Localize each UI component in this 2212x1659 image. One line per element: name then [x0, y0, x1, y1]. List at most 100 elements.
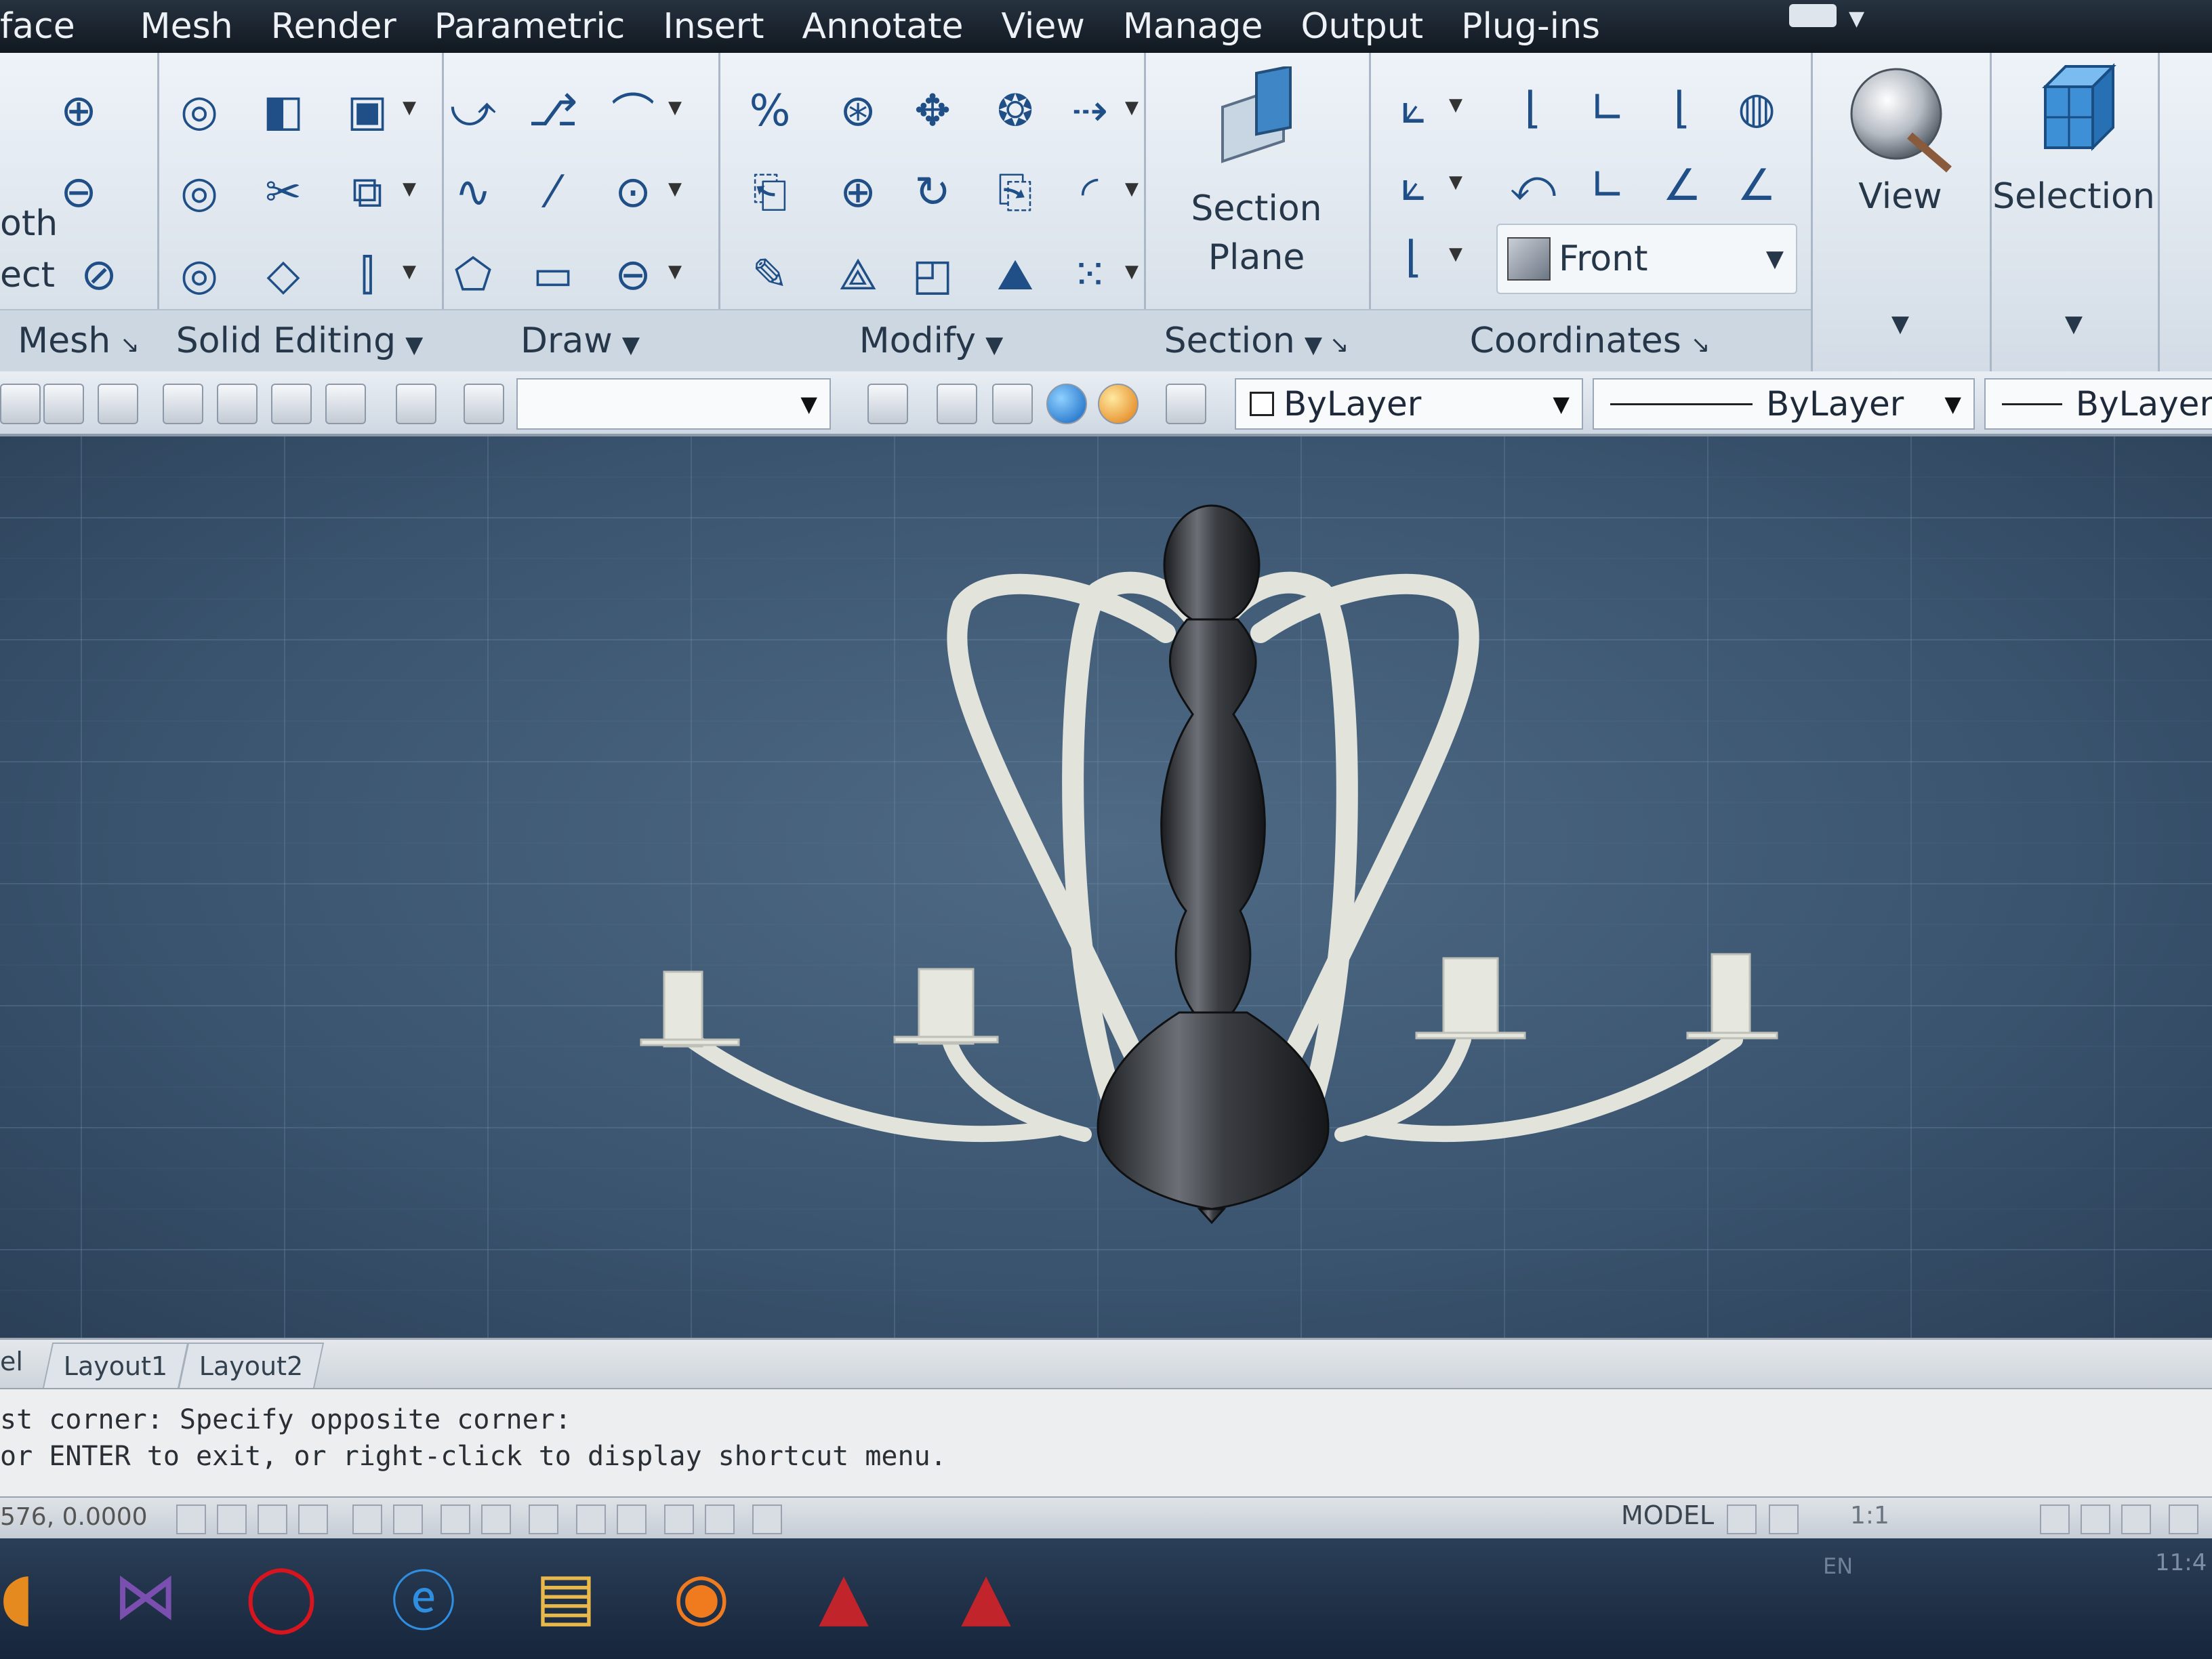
- camera-icon[interactable]: [396, 384, 436, 424]
- ucs-z-icon[interactable]: ∠: [1651, 155, 1713, 217]
- visual-style-manager-icon[interactable]: [867, 384, 908, 424]
- polygon-icon[interactable]: ⬠: [442, 244, 504, 306]
- menu-manage[interactable]: Manage: [1123, 6, 1263, 47]
- panel-title-mesh[interactable]: Mesh ↘: [0, 309, 157, 371]
- rectangular-array-icon[interactable]: ⁙ ▼: [1059, 244, 1139, 306]
- menu-render[interactable]: Render: [271, 6, 396, 47]
- 3d-align-icon[interactable]: ⟁: [827, 244, 889, 306]
- ucs-x-icon[interactable]: ⟀ ▼: [1382, 155, 1462, 217]
- infer-constraints-icon[interactable]: [176, 1504, 206, 1534]
- ie-icon[interactable]: ⓔ: [380, 1552, 468, 1640]
- union-icon[interactable]: ◎: [168, 80, 230, 142]
- dynamic-input-icon[interactable]: [576, 1504, 606, 1534]
- ucs-world-icon[interactable]: ∟: [1576, 77, 1639, 140]
- solid-box-icon[interactable]: ▣ ▼: [336, 80, 416, 142]
- iso-ne-icon[interactable]: [271, 384, 312, 424]
- ucs-previous-icon[interactable]: ⤺: [1502, 155, 1564, 217]
- extrude-faces-icon[interactable]: ◧: [252, 80, 314, 142]
- stretch-icon[interactable]: ◰: [901, 244, 964, 306]
- menu-parametric[interactable]: Parametric: [434, 6, 626, 47]
- tab-layout1[interactable]: Layout1: [42, 1343, 189, 1389]
- ucs-3point-icon[interactable]: ∠: [1725, 155, 1788, 217]
- view-top-icon[interactable]: [0, 384, 41, 424]
- ucs-view-globe-icon[interactable]: ◍: [1725, 77, 1788, 140]
- autocad-icon[interactable]: ▲: [800, 1552, 888, 1640]
- quick-view-drawings-icon[interactable]: [1769, 1504, 1799, 1534]
- snap-mode-icon[interactable]: [217, 1504, 247, 1534]
- panel-title-solid-editing[interactable]: Solid Editing ▼: [157, 309, 442, 371]
- thicken-icon[interactable]: ◇: [252, 244, 314, 306]
- named-view-combo[interactable]: ▼: [516, 378, 831, 430]
- ucs-face-icon[interactable]: ⌊: [1651, 77, 1713, 140]
- object-snap-tracking-icon[interactable]: [481, 1504, 511, 1534]
- clock[interactable]: 11:4: [2155, 1549, 2207, 1576]
- line-icon[interactable]: ⁄: [522, 161, 584, 224]
- ellipse-icon[interactable]: ⊖ ▼: [602, 244, 682, 306]
- iso-sw-icon[interactable]: [163, 384, 203, 424]
- 3d-rotate-icon[interactable]: ⊛: [827, 80, 889, 142]
- ucs-origin-icon[interactable]: ⟀ ▼: [1382, 77, 1462, 140]
- lock-icon[interactable]: [2081, 1504, 2110, 1534]
- selection-large-button[interactable]: Selection ▼: [1990, 53, 2160, 371]
- dynamic-ucs-icon[interactable]: [529, 1504, 558, 1534]
- menu-view[interactable]: View: [1001, 6, 1084, 47]
- visual-studio-icon[interactable]: ⋈: [102, 1552, 190, 1640]
- view-preset-combo[interactable]: Front ▼: [1496, 224, 1797, 294]
- menu-output[interactable]: Output: [1300, 6, 1423, 47]
- menu-mesh[interactable]: Mesh: [140, 6, 233, 47]
- color-combo[interactable]: ByLayer ▼: [1235, 378, 1583, 430]
- curve-icon[interactable]: ∿: [442, 161, 504, 224]
- trim-icon[interactable]: ⇢ ▼: [1059, 80, 1139, 142]
- autocad-drawing-icon[interactable]: ▲: [942, 1552, 1030, 1640]
- menu-annotate[interactable]: Annotate: [802, 6, 964, 47]
- language-indicator[interactable]: EN: [1823, 1553, 1853, 1579]
- align-icon[interactable]: ⎗: [739, 161, 801, 224]
- hardware-acceleration-icon[interactable]: [2121, 1504, 2151, 1534]
- ribbon-overflow[interactable]: [2158, 53, 2212, 371]
- conceptual-style-icon[interactable]: [1098, 384, 1139, 424]
- ortho-mode-icon[interactable]: [298, 1504, 328, 1534]
- iso-nw-icon[interactable]: [325, 384, 366, 424]
- panel-title-coordinates[interactable]: Coordinates ↘: [1369, 309, 1811, 371]
- chevron-down-icon[interactable]: ▼: [1811, 310, 1990, 337]
- ribbon-minimize-button[interactable]: [1789, 4, 1837, 27]
- outlook-icon[interactable]: ◖: [0, 1552, 61, 1640]
- scale-percent-icon[interactable]: %: [739, 80, 801, 142]
- section-plane-button[interactable]: Section Plane: [1144, 53, 1369, 310]
- menu-surface[interactable]: face: [0, 6, 75, 47]
- join-icon[interactable]: ⛰: [984, 244, 1046, 306]
- annotation-scale[interactable]: 1:1: [1850, 1502, 1889, 1530]
- mesh-crease-icon[interactable]: ⊘: [68, 244, 130, 306]
- quick-view-layouts-icon[interactable]: [1727, 1504, 1757, 1534]
- ucs-named-icon[interactable]: ⌊: [1502, 77, 1564, 140]
- quick-properties-icon[interactable]: [705, 1504, 735, 1534]
- layer-properties-icon[interactable]: [1166, 384, 1206, 424]
- move-icon[interactable]: ✥: [901, 80, 964, 142]
- separate-icon[interactable]: ⫿ ▼: [336, 244, 416, 306]
- command-window[interactable]: st corner: Specify opposite corner: or E…: [0, 1388, 2212, 1498]
- tab-model[interactable]: el: [0, 1347, 23, 1376]
- menu-plugins[interactable]: Plug-ins: [1461, 6, 1600, 47]
- 3d-object-snap-icon[interactable]: [441, 1504, 470, 1534]
- lineweight-toggle-icon[interactable]: [617, 1504, 647, 1534]
- polar-tracking-icon[interactable]: [352, 1504, 382, 1534]
- rotate-icon[interactable]: ↻: [901, 161, 964, 224]
- linetype-combo[interactable]: ByLayer ▼: [1593, 378, 1975, 430]
- 3d-mirror-icon[interactable]: ⊕: [827, 161, 889, 224]
- transparency-icon[interactable]: [664, 1504, 694, 1534]
- mesh-add-icon[interactable]: ⊕: [47, 80, 110, 142]
- view-bottom-icon[interactable]: [43, 384, 84, 424]
- ucs-object-icon[interactable]: ⌊ ▼: [1382, 226, 1462, 289]
- subtract-icon[interactable]: ◎: [168, 161, 230, 224]
- ucs-y-icon[interactable]: ∟: [1576, 155, 1639, 217]
- drawing-viewport[interactable]: [0, 436, 2212, 1338]
- tab-layout2[interactable]: Layout2: [178, 1343, 325, 1389]
- menu-insert[interactable]: Insert: [663, 6, 764, 47]
- panel-title-draw[interactable]: Draw ▼: [442, 309, 718, 371]
- chevron-down-icon[interactable]: ▼: [1849, 7, 1864, 30]
- mesh-refine-icon[interactable]: ⊖: [47, 161, 110, 224]
- panel-title-modify[interactable]: Modify ▼: [718, 309, 1144, 371]
- brush-icon[interactable]: ✎: [739, 244, 801, 306]
- firefox-icon[interactable]: ◉: [657, 1552, 745, 1640]
- lineweight-combo[interactable]: ByLayer: [1984, 378, 2212, 430]
